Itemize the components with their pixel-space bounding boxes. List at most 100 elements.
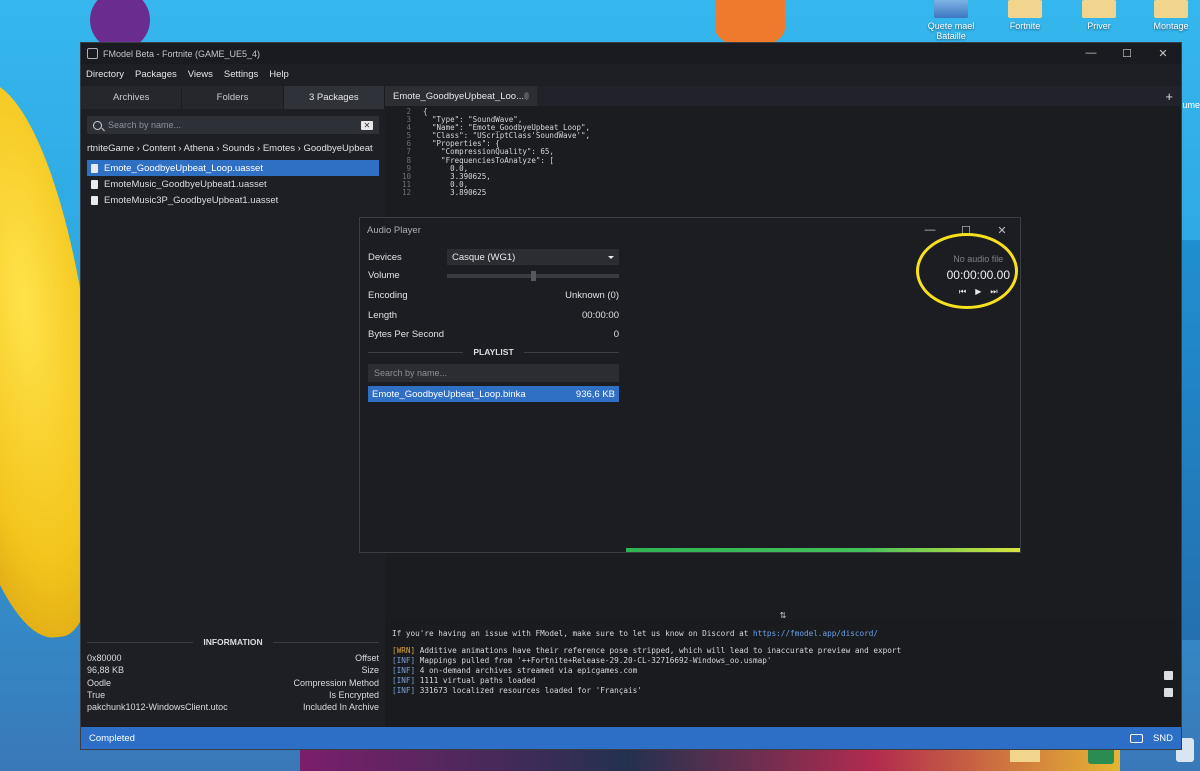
desktop-icon-montage[interactable]: Montage (1138, 0, 1200, 31)
status-label: SND (1152, 732, 1173, 744)
list-item[interactable]: Emote_GoodbyeUpbeat_Loop.uasset (87, 160, 379, 176)
info-row: 96,88 KB Size (87, 665, 379, 677)
player-close-button[interactable]: ✕ (984, 224, 1020, 237)
file-name: EmoteMusic_GoodbyeUpbeat1.uasset (104, 178, 267, 190)
line-number: 2 (406, 108, 411, 116)
menu-directory[interactable]: Directory (86, 69, 124, 80)
info-value: 0x80000 (87, 653, 122, 663)
list-item[interactable]: EmoteMusic3P_GoodbyeUpbeat1.uasset (87, 192, 379, 208)
folder-icon (934, 0, 968, 18)
desktop-icon-quete[interactable]: Quete mael Bataille (918, 0, 984, 41)
device-select[interactable]: Casque (WG1) (447, 249, 619, 265)
encoding-value: Unknown (0) (565, 289, 619, 301)
info-row: pakchunk1012-WindowsClient.utoc Included… (87, 702, 379, 714)
trash-icon[interactable] (1164, 688, 1173, 697)
clear-search-icon[interactable]: ✕ (361, 120, 373, 130)
file-name: EmoteMusic3P_GoodbyeUpbeat1.uasset (104, 194, 279, 206)
menu-settings[interactable]: Settings (224, 69, 258, 80)
audio-player-titlebar[interactable]: Audio Player — ☐ ✕ (360, 218, 1020, 242)
log-level: [INF] (392, 686, 420, 695)
file-name: Emote_GoodbyeUpbeat_Loop.uasset (104, 162, 263, 174)
info-key: Is Encrypted (328, 689, 379, 700)
menu-help[interactable]: Help (269, 69, 289, 80)
minimize-button[interactable]: — (1073, 47, 1109, 60)
tab-folders[interactable]: Folders (182, 86, 284, 109)
json-editor[interactable]: 2{3 "Type": "SoundWave", 4 "Name": "Emote… (385, 108, 1171, 213)
package-search-input[interactable]: Search by name... ✕ (87, 116, 379, 134)
audio-progress-bar (626, 548, 1020, 552)
bytes-label: Bytes Per Second (368, 328, 445, 340)
code-line: 10 3.390625, (385, 172, 1171, 181)
line-number: 3 (406, 115, 411, 125)
playlist-item[interactable]: Emote_GoodbyeUpbeat_Loop.binka 936,6 KB (368, 386, 619, 402)
log-text: Mappings pulled from '++Fortnite+Release… (419, 656, 772, 665)
search-placeholder: Search by name... (108, 120, 182, 130)
tab-archives[interactable]: Archives (81, 86, 183, 109)
volume-slider-handle[interactable] (531, 271, 536, 281)
discord-link[interactable]: https://fmodel.app/discord/ (753, 629, 878, 638)
playlist-item-size: 936,6 KB (575, 388, 615, 400)
tab-packages[interactable]: 3 Packages (283, 86, 385, 109)
list-item[interactable]: EmoteMusic_GoodbyeUpbeat1.uasset (87, 176, 379, 192)
log-line: [INF] 1111 virtual paths loaded (392, 676, 1175, 686)
status-right: SND (1129, 732, 1173, 744)
volume-row: Volume (368, 268, 619, 282)
info-key: Size (361, 665, 379, 676)
file-icon (91, 163, 98, 173)
log-line: [WRN] Additive animations have their ref… (392, 646, 1175, 656)
log-line: [INF] 331673 localized resources loaded … (392, 686, 1175, 696)
volume-label: Volume (368, 269, 400, 281)
length-value: 00:00:00 (582, 309, 619, 321)
desktop-icon-priver[interactable]: Priver (1066, 0, 1132, 31)
left-tabs: Archives Folders 3 Packages (81, 86, 385, 109)
log-text: 331673 localized resources loaded for 'F… (419, 686, 642, 695)
editor-tab[interactable]: Emote_GoodbyeUpbeat_Loo... (385, 86, 537, 106)
devices-label: Devices (368, 251, 402, 263)
log-level: [INF] (392, 676, 420, 685)
desktop-icon-label: Montage (1153, 21, 1189, 31)
chevron-down-icon (608, 255, 614, 259)
title-bar[interactable]: FModel Beta - Fortnite (GAME_UE5_4) — ☐ … (81, 43, 1181, 64)
menu-bar: Directory Packages Views Settings Help (81, 64, 1181, 84)
search-placeholder: Search by name... (374, 368, 448, 378)
console-intro-text: If you're having an issue with FModel, m… (392, 629, 749, 638)
log-text: Additive animations have their reference… (419, 646, 902, 655)
desktop-icon-label: Quete mael Bataille (927, 21, 975, 41)
playlist-search-input[interactable]: Search by name... (368, 364, 619, 382)
playlist-title: PLAYLIST (473, 347, 514, 357)
playlist-item-name: Emote_GoodbyeUpbeat_Loop.binka (372, 388, 526, 400)
menu-views[interactable]: Views (188, 69, 213, 80)
console-logs: [WRN] Additive animations have their ref… (392, 646, 1175, 696)
status-bar: Completed SND (81, 727, 1181, 749)
bytes-row: Bytes Per Second 0 (368, 327, 619, 341)
log-level: [INF] (392, 656, 420, 665)
menu-packages[interactable]: Packages (135, 69, 177, 80)
audio-player-title: Audio Player (367, 224, 421, 236)
desktop-icon-fortnite[interactable]: Fortnite (992, 0, 1058, 31)
info-value: 96,88 KB (87, 665, 125, 676)
info-value: True (87, 689, 106, 700)
code-line: 12 3.890625 (385, 187, 1171, 197)
folder-icon (1008, 0, 1042, 18)
line-number: 7 (406, 147, 411, 157)
line-number: 12 (401, 187, 411, 197)
left-panel: Archives Folders 3 Packages Search by na… (81, 86, 385, 727)
code-text: 3.890625 (423, 187, 487, 197)
line-number: 5 (406, 131, 411, 141)
length-label: Length (368, 309, 398, 321)
info-row: Oodle Compression Method (87, 678, 379, 690)
new-tab-button[interactable]: + (1165, 89, 1173, 104)
info-key: Offset (355, 653, 379, 663)
devices-row: Devices Casque (WG1) (368, 249, 619, 265)
search-icon (93, 120, 102, 130)
encoding-row: Encoding Unknown (0) (368, 288, 619, 302)
open-folder-icon[interactable] (1164, 671, 1173, 680)
volume-slider[interactable] (447, 271, 619, 281)
maximize-button[interactable]: ☐ (1109, 47, 1145, 60)
close-tab-icon[interactable] (523, 92, 529, 100)
close-button[interactable]: ✕ (1145, 47, 1181, 60)
player-minimize-button[interactable]: — (912, 224, 948, 237)
information-header: INFORMATION (87, 637, 379, 647)
log-line: [INF] 4 on-demand archives streamed via … (392, 666, 1175, 676)
highlight-circle-annotation (916, 233, 1018, 309)
